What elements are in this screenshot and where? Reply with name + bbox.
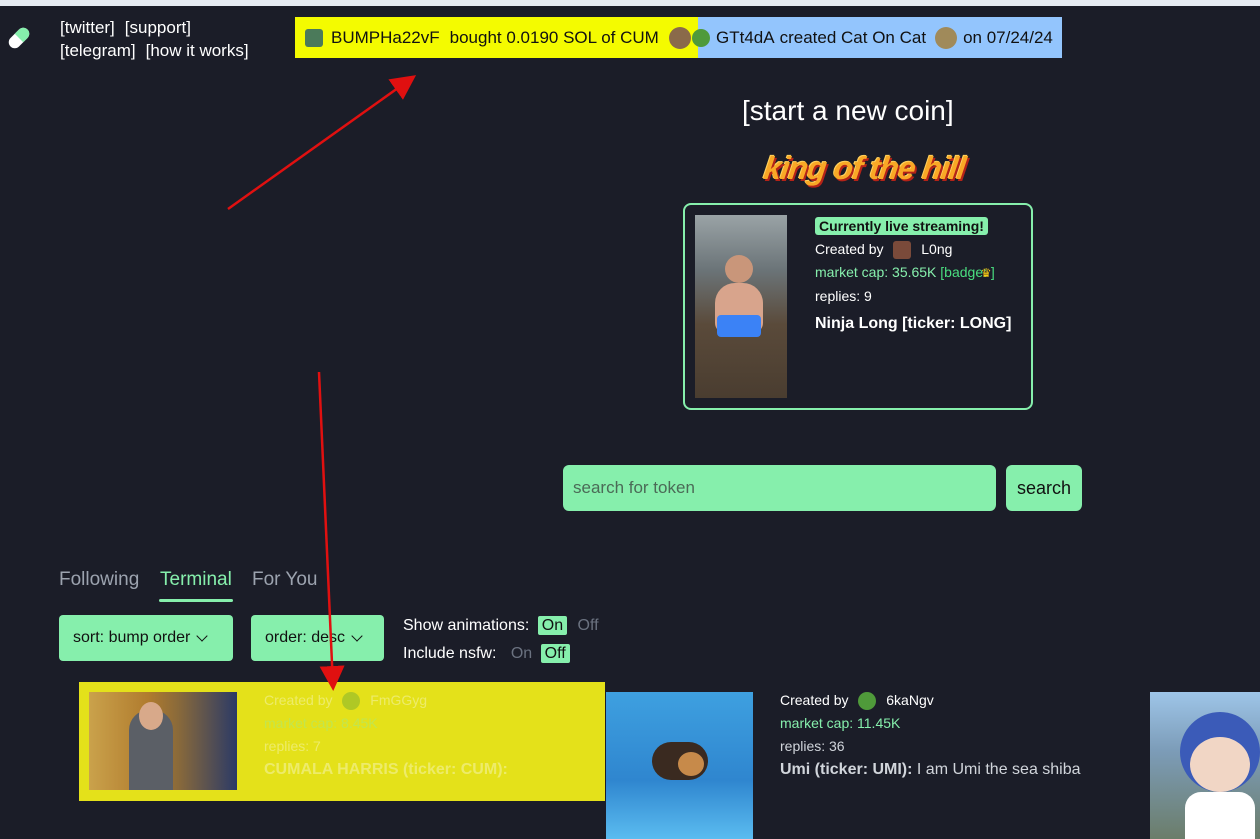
creator-user[interactable]: GTt4dA: [716, 28, 775, 48]
created-by-label: Created by: [815, 241, 884, 257]
create-ticker[interactable]: GTt4dA created Cat On Cat on 07/24/24: [692, 17, 1062, 58]
pepe-avatar-icon: [342, 692, 361, 711]
coin-title[interactable]: CUMALA HARRIS (ticker: CUM):: [264, 758, 508, 781]
created-by-label: Created by: [780, 692, 849, 708]
order-dropdown[interactable]: order: desc: [251, 615, 384, 661]
market-cap: market cap: 35.65K: [815, 264, 937, 280]
koth-coin-title[interactable]: Ninja Long [ticker: LONG]: [815, 312, 1011, 335]
cat-coin-thumbnail-icon: [935, 26, 958, 49]
create-date: on 07/24/24: [963, 27, 1053, 47]
twitter-link[interactable]: [twitter]: [60, 18, 115, 37]
coin-image[interactable]: [606, 692, 753, 839]
replies-count: replies: 7: [264, 738, 321, 754]
order-label: order: desc: [265, 629, 346, 646]
coin-image: [89, 692, 237, 790]
created-by-label: Created by: [264, 692, 333, 708]
pepe-avatar-icon: [692, 28, 710, 47]
pill-logo-icon[interactable]: [5, 24, 33, 52]
king-of-the-hill-banner: king of the hill: [761, 150, 968, 186]
start-new-coin-link[interactable]: [start a new coin]: [742, 95, 954, 127]
search-input[interactable]: [563, 465, 996, 511]
how-it-works-link[interactable]: [how it works]: [146, 41, 249, 60]
nsfw-on-toggle[interactable]: On: [511, 645, 532, 662]
support-link[interactable]: [support]: [125, 18, 191, 37]
sort-dropdown[interactable]: sort: bump order: [59, 615, 233, 661]
live-streaming-badge: Currently live streaming!: [815, 217, 988, 235]
filter-toggles: Show animations: On Off Include nsfw: On…: [403, 612, 599, 668]
coin-thumbnail-icon: [668, 26, 691, 49]
animations-on-toggle[interactable]: On: [537, 616, 568, 635]
telegram-link[interactable]: [telegram]: [60, 41, 136, 60]
coin-card-highlighted[interactable]: Created by FmGGyg market cap: 8.45K repl…: [79, 682, 605, 801]
koth-coin-image: [695, 215, 787, 398]
creator-avatar-icon: [893, 241, 912, 260]
show-animations-label: Show animations:: [403, 617, 530, 634]
coin-image[interactable]: [1150, 692, 1260, 839]
header-links: [twitter] [support] [telegram] [how it wor…: [60, 16, 259, 62]
trade-user[interactable]: BUMPHa22vF: [331, 28, 440, 48]
trader-avatar-icon: [305, 28, 323, 47]
search-button[interactable]: search: [1006, 465, 1082, 511]
active-tab-underline: [159, 599, 233, 602]
browser-top-strip: [0, 0, 1260, 6]
tab-terminal[interactable]: Terminal: [160, 569, 232, 591]
crown-icon: ♛: [980, 266, 992, 280]
nsfw-off-toggle[interactable]: Off: [540, 644, 570, 663]
market-cap: market cap: 8.45K: [264, 715, 378, 731]
market-cap: market cap: 11.45K: [780, 715, 901, 731]
creator-name[interactable]: 6kaNgv: [886, 692, 933, 708]
king-of-the-hill-card[interactable]: Currently live streaming! Created by L0n…: [683, 203, 1033, 410]
pepe-avatar-icon: [858, 692, 877, 711]
create-text: created Cat On Cat: [779, 27, 927, 47]
coin-description: I am Umi the sea shiba: [916, 761, 1081, 778]
coin-title[interactable]: Umi (ticker: UMI):: [780, 761, 912, 778]
tab-for-you[interactable]: For You: [252, 569, 318, 591]
arrow-to-ticker: [227, 75, 417, 211]
sort-label: sort: bump order: [73, 629, 191, 646]
trade-ticker[interactable]: BUMPHa22vF bought 0.0190 SOL of CUM: [295, 17, 698, 58]
coin-card[interactable]: Created by 6kaNgv market cap: 11.45K rep…: [780, 689, 1081, 781]
animations-off-toggle[interactable]: Off: [578, 617, 599, 634]
include-nsfw-label: Include nsfw:: [403, 645, 497, 662]
creator-name[interactable]: L0ng: [921, 241, 952, 257]
trade-text: bought 0.0190 SOL of CUM: [449, 27, 659, 47]
replies-count: replies: 36: [780, 738, 845, 754]
creator-name[interactable]: FmGGyg: [370, 692, 427, 708]
chevron-down-icon: [351, 630, 363, 642]
replies-count: replies: 9: [815, 288, 872, 304]
chevron-down-icon: [196, 630, 209, 642]
tab-following[interactable]: Following: [59, 569, 139, 591]
